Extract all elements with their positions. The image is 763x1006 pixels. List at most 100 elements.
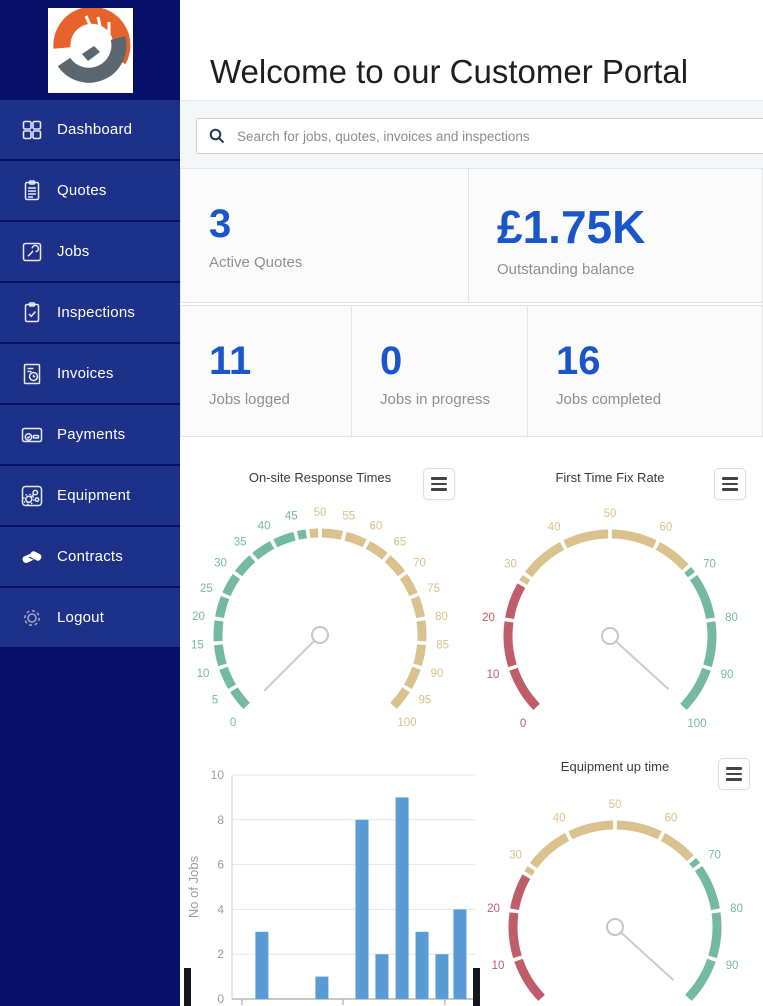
stat-card-active-quotes: 3 Active Quotes — [180, 168, 469, 303]
svg-text:50: 50 — [609, 799, 622, 811]
sidebar-item-contracts[interactable]: Contracts — [0, 527, 180, 588]
sidebar-item-invoices[interactable]: Invoices — [0, 344, 180, 405]
sidebar-item-label: Contracts — [57, 548, 123, 565]
sidebar-item-logout[interactable]: Logout — [0, 588, 180, 649]
sidebar-item-label: Quotes — [57, 182, 107, 199]
svg-text:45: 45 — [285, 510, 298, 522]
chart-menu-button[interactable] — [714, 468, 746, 500]
sidebar-item-jobs[interactable]: Jobs — [0, 222, 180, 283]
hands-logo-icon — [53, 6, 131, 83]
contracts-handshake-icon — [22, 550, 42, 563]
inspections-checklist-icon — [24, 301, 40, 322]
stat-card-jobs-in-progress: 0 Jobs in progress — [352, 305, 528, 437]
svg-text:65: 65 — [393, 536, 406, 548]
svg-text:35: 35 — [234, 536, 247, 548]
svg-text:90: 90 — [726, 960, 739, 972]
range-handle-right[interactable] — [473, 968, 480, 1006]
sidebar-item-label: Invoices — [57, 365, 114, 382]
svg-text:80: 80 — [435, 611, 448, 623]
svg-text:10: 10 — [492, 960, 505, 972]
invoices-document-icon — [23, 363, 41, 384]
sidebar-item-inspections[interactable]: Inspections — [0, 283, 180, 344]
svg-text:30: 30 — [214, 558, 227, 570]
chart-title: On-site Response Times — [248, 470, 392, 485]
svg-text:40: 40 — [258, 520, 271, 532]
sidebar-item-label: Logout — [57, 609, 105, 626]
sidebar-item-dashboard[interactable]: Dashboard — [0, 100, 180, 161]
svg-text:0: 0 — [230, 717, 236, 729]
jobs-wrench-icon — [22, 242, 42, 261]
svg-text:30: 30 — [509, 850, 522, 862]
stat-label: Jobs logged — [209, 391, 290, 408]
equipment-gears-icon — [21, 485, 43, 506]
stat-label: Active Quotes — [209, 254, 303, 271]
svg-text:0: 0 — [217, 992, 224, 1006]
sidebar-item-payments[interactable]: Payments — [0, 405, 180, 466]
sidebar-item-label: Dashboard — [57, 121, 133, 138]
svg-text:25: 25 — [200, 583, 213, 595]
svg-text:55: 55 — [342, 510, 355, 522]
dashboard-grid-icon — [22, 120, 42, 139]
stat-card-jobs-logged: 11 Jobs logged — [180, 305, 352, 437]
sidebar: Dashboard Quotes Jobs Inspections Invoic… — [0, 0, 180, 1006]
svg-text:70: 70 — [708, 850, 721, 862]
panel-jobs-bar-chart: 0 2 4 6 8 10 No of Jobs — [185, 745, 480, 1006]
sidebar-item-label: Inspections — [57, 304, 136, 321]
svg-text:10: 10 — [211, 768, 225, 782]
stat-value: 3 — [209, 202, 232, 246]
stat-value: 0 — [380, 339, 403, 383]
svg-text:20: 20 — [192, 611, 205, 623]
search-input[interactable] — [235, 127, 763, 145]
stats-row-1: 3 Active Quotes £1.75K Outstanding balan… — [180, 168, 763, 303]
svg-text:30: 30 — [504, 559, 517, 571]
svg-text:40: 40 — [548, 521, 561, 533]
search-band — [180, 100, 763, 169]
chart-title: Equipment up time — [560, 759, 670, 774]
chart-title: First Time Fix Rate — [555, 470, 665, 485]
svg-text:0: 0 — [520, 718, 526, 730]
svg-text:75: 75 — [427, 583, 440, 595]
svg-text:10: 10 — [487, 669, 500, 681]
svg-text:15: 15 — [191, 640, 204, 652]
stat-label: Jobs completed — [556, 391, 662, 408]
svg-text:4: 4 — [217, 902, 224, 916]
stat-label: Jobs in progress — [380, 391, 491, 408]
svg-text:100: 100 — [687, 718, 706, 730]
svg-text:8: 8 — [217, 813, 224, 827]
panel-equipment-up-time: Equipment up time 0102030405060708090100 — [480, 745, 763, 1006]
svg-text:40: 40 — [553, 812, 566, 824]
sidebar-item-label: Equipment — [57, 487, 131, 504]
jobs-bar-chart: 0 2 4 6 8 10 No of Jobs — [186, 768, 475, 1006]
svg-text:70: 70 — [703, 559, 716, 571]
svg-text:80: 80 — [730, 903, 743, 915]
svg-text:2: 2 — [217, 947, 224, 961]
payments-card-icon — [21, 427, 43, 442]
stat-value: £1.75K — [497, 201, 646, 253]
svg-text:20: 20 — [487, 903, 500, 915]
chart-menu-button[interactable] — [423, 468, 455, 500]
chart-menu-button[interactable] — [718, 758, 750, 790]
stat-value: 11 — [209, 339, 252, 383]
logout-gear-icon — [24, 609, 40, 626]
sidebar-item-label: Payments — [57, 426, 126, 443]
stat-card-outstanding-balance: £1.75K Outstanding balance — [469, 168, 763, 303]
sidebar-item-equipment[interactable]: Equipment — [0, 466, 180, 527]
range-handle-left[interactable] — [184, 968, 191, 1006]
svg-text:50: 50 — [314, 507, 327, 519]
svg-text:60: 60 — [664, 812, 677, 824]
svg-text:95: 95 — [418, 694, 431, 706]
svg-text:80: 80 — [725, 612, 738, 624]
quotes-clipboard-icon — [24, 179, 40, 200]
svg-text:90: 90 — [721, 669, 734, 681]
stats-row-2: 11 Jobs logged 0 Jobs in progress 16 Job… — [180, 305, 763, 437]
svg-text:60: 60 — [369, 520, 382, 532]
search-icon — [209, 128, 225, 144]
sidebar-item-quotes[interactable]: Quotes — [0, 161, 180, 222]
company-logo — [48, 6, 133, 93]
svg-text:10: 10 — [197, 668, 210, 680]
svg-text:20: 20 — [482, 612, 495, 624]
sidebar-item-label: Jobs — [57, 243, 90, 260]
stat-value: 16 — [556, 339, 601, 383]
svg-text:5: 5 — [212, 694, 218, 706]
svg-text:50: 50 — [604, 508, 617, 520]
